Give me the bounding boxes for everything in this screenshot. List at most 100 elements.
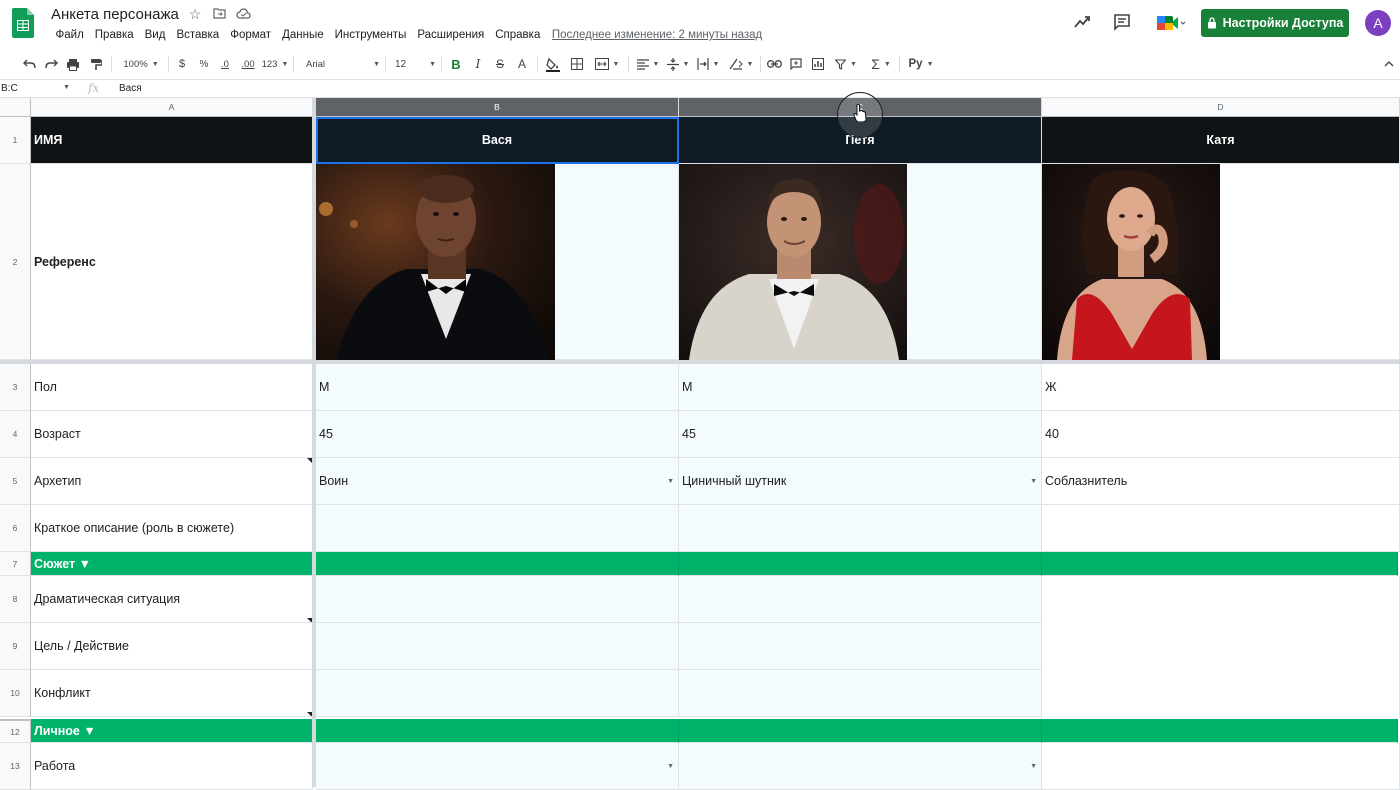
move-folder-icon[interactable] bbox=[212, 6, 226, 23]
cell-b4[interactable]: 45 bbox=[316, 411, 679, 458]
row-header-2[interactable]: 2 bbox=[0, 164, 31, 360]
cell-d7[interactable] bbox=[1042, 552, 1398, 576]
wrap-icon[interactable]: ▼ bbox=[695, 52, 721, 76]
star-icon[interactable]: ☆ bbox=[188, 6, 202, 23]
formula-input[interactable]: Вася bbox=[119, 83, 142, 94]
row-header-1[interactable]: 1 bbox=[0, 117, 31, 164]
chevron-down-icon[interactable]: ▼ bbox=[1030, 763, 1037, 770]
font-size-select[interactable]: 12 ▼ bbox=[390, 52, 436, 76]
menu-data[interactable]: Данные bbox=[277, 29, 330, 41]
chevron-down-icon[interactable]: ▼ bbox=[667, 478, 674, 485]
bold-button[interactable]: B bbox=[448, 52, 464, 76]
borders-icon[interactable] bbox=[568, 52, 586, 76]
cell-d4[interactable]: 40 bbox=[1042, 411, 1400, 458]
column-header-a[interactable]: A bbox=[31, 98, 313, 117]
align-v-icon[interactable]: ▼ bbox=[665, 52, 691, 76]
row-header-6[interactable]: 6 bbox=[0, 505, 31, 552]
meet-icon[interactable] bbox=[1156, 13, 1186, 33]
redo-icon[interactable] bbox=[42, 52, 60, 76]
number-format-select[interactable]: 123 ▼ bbox=[261, 52, 289, 76]
font-family-select[interactable]: Arial ▼ bbox=[300, 52, 380, 76]
cell-b3[interactable]: М bbox=[316, 364, 679, 411]
frozen-rows-divider[interactable] bbox=[0, 360, 1400, 364]
cell-c10[interactable] bbox=[679, 670, 1042, 717]
cell-c9[interactable] bbox=[679, 623, 1042, 670]
cloud-saved-icon[interactable] bbox=[236, 6, 251, 23]
paint-format-icon[interactable] bbox=[87, 52, 105, 76]
menu-file[interactable]: Файл bbox=[50, 29, 89, 41]
cell-b12[interactable] bbox=[316, 719, 679, 743]
menu-view[interactable]: Вид bbox=[139, 29, 171, 41]
menu-help[interactable]: Справка bbox=[490, 29, 546, 41]
cell-d8[interactable] bbox=[1042, 576, 1400, 623]
cell-a13[interactable]: Работа bbox=[31, 743, 313, 790]
row-header-10[interactable]: 10 bbox=[0, 670, 31, 717]
name-box[interactable]: B:C ▼ bbox=[0, 83, 72, 94]
cell-b10[interactable] bbox=[316, 670, 679, 717]
reference-image-petya[interactable] bbox=[679, 164, 907, 360]
cell-d13[interactable] bbox=[1042, 743, 1400, 790]
reference-image-katya[interactable] bbox=[1042, 164, 1220, 360]
fill-color-icon[interactable] bbox=[544, 52, 562, 76]
frozen-columns-divider[interactable] bbox=[312, 98, 316, 787]
align-h-icon[interactable]: ▼ bbox=[635, 52, 661, 76]
cell-d1[interactable]: Катя bbox=[1042, 117, 1400, 164]
cell-d3[interactable]: Ж bbox=[1042, 364, 1400, 411]
row-header-8[interactable]: 8 bbox=[0, 576, 31, 623]
cell-d5-dropdown[interactable]: Соблазнитель bbox=[1042, 458, 1400, 505]
column-header-d[interactable]: D bbox=[1042, 98, 1400, 117]
row-header-12[interactable]: 12 bbox=[0, 719, 31, 743]
merge-icon[interactable]: ▼ bbox=[592, 52, 622, 76]
menu-format[interactable]: Формат bbox=[225, 29, 277, 41]
cell-a8[interactable]: Драматическая ситуация bbox=[31, 576, 313, 623]
collapse-icon[interactable] bbox=[1382, 52, 1396, 76]
sheets-logo-icon[interactable] bbox=[12, 8, 34, 38]
strikethrough-button[interactable]: S bbox=[492, 52, 508, 76]
cell-b13-dropdown[interactable]: ▼ bbox=[316, 743, 679, 790]
cell-b8[interactable] bbox=[316, 576, 679, 623]
menu-insert[interactable]: Вставка bbox=[171, 29, 225, 41]
cell-d6[interactable] bbox=[1042, 505, 1400, 552]
increase-decimal-button[interactable]: .00 bbox=[239, 52, 257, 76]
row-header-5[interactable]: 5 bbox=[0, 458, 31, 505]
cell-a4[interactable]: Возраст bbox=[31, 411, 313, 458]
undo-icon[interactable] bbox=[20, 52, 38, 76]
cell-c7[interactable] bbox=[679, 552, 1042, 576]
section-header-plot[interactable]: Сюжет ▼ bbox=[31, 552, 313, 576]
cell-c8[interactable] bbox=[679, 576, 1042, 623]
select-all-corner[interactable] bbox=[0, 98, 31, 117]
cell-a1[interactable]: ИМЯ bbox=[31, 117, 313, 164]
cell-a10[interactable]: Конфликт bbox=[31, 670, 313, 717]
cell-b1[interactable]: Вася bbox=[316, 117, 679, 164]
text-color-button[interactable]: A bbox=[514, 52, 530, 76]
avatar[interactable]: A bbox=[1365, 10, 1391, 36]
menu-edit[interactable]: Правка bbox=[89, 29, 139, 41]
cell-c6[interactable] bbox=[679, 505, 1042, 552]
zoom-select[interactable]: 100% ▼ bbox=[118, 52, 164, 76]
currency-button[interactable]: $ bbox=[175, 52, 189, 76]
cell-d9[interactable] bbox=[1042, 623, 1400, 670]
cell-b9[interactable] bbox=[316, 623, 679, 670]
reference-image-vasya[interactable] bbox=[316, 164, 555, 360]
share-button[interactable]: Настройки Доступа bbox=[1201, 9, 1349, 37]
trending-icon[interactable] bbox=[1073, 13, 1091, 31]
percent-button[interactable]: % bbox=[197, 52, 211, 76]
cell-b7[interactable] bbox=[316, 552, 679, 576]
comments-icon[interactable] bbox=[1113, 13, 1131, 31]
cell-a2[interactable]: Референс bbox=[31, 164, 313, 360]
menu-extensions[interactable]: Расширения bbox=[412, 29, 490, 41]
row-header-7[interactable]: 7 bbox=[0, 552, 31, 576]
chart-icon[interactable] bbox=[809, 52, 827, 76]
input-tools-icon[interactable]: Py ▼ bbox=[905, 52, 937, 76]
insert-comment-icon[interactable] bbox=[787, 52, 805, 76]
print-icon[interactable] bbox=[64, 52, 82, 76]
rotate-icon[interactable]: ▼ bbox=[727, 52, 755, 76]
cell-a9[interactable]: Цель / Действие bbox=[31, 623, 313, 670]
cell-c5-dropdown[interactable]: Циничный шутник ▼ bbox=[679, 458, 1042, 505]
menu-tools[interactable]: Инструменты bbox=[329, 29, 412, 41]
cell-d12[interactable] bbox=[1042, 719, 1398, 743]
cell-c13-dropdown[interactable]: ▼ bbox=[679, 743, 1042, 790]
column-header-b[interactable]: B bbox=[316, 98, 679, 117]
cell-c4[interactable]: 45 bbox=[679, 411, 1042, 458]
chevron-down-icon[interactable]: ▼ bbox=[1030, 478, 1037, 485]
